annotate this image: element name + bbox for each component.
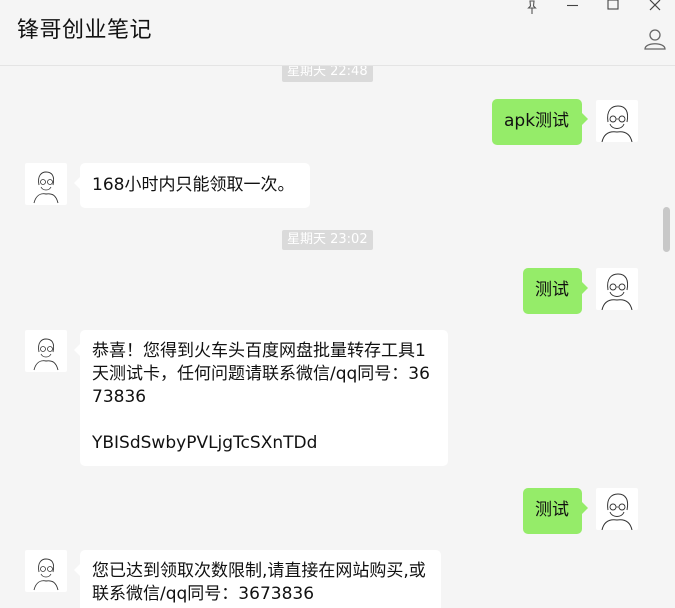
message-bubble-received[interactable]: 168小时内只能领取一次。 — [74, 163, 310, 208]
sketch-face-avatar — [601, 493, 633, 530]
contact-avatar[interactable] — [25, 550, 67, 592]
sketch-face-avatar — [601, 105, 633, 142]
chat-area[interactable]: 星期天 22:48 apk测试 168小时内只能领取一次。 星期天 23:02 … — [0, 66, 675, 608]
timestamp: 星期天 22:48 — [282, 66, 373, 82]
close-icon[interactable] — [645, 0, 665, 16]
title-bar: 锋哥创业笔记 — [0, 0, 675, 66]
chat-title: 锋哥创业笔记 — [17, 18, 153, 43]
pin-icon[interactable] — [522, 0, 542, 16]
minimize-icon[interactable] — [563, 0, 583, 16]
contact-avatar[interactable] — [25, 163, 67, 205]
message-bubble-received[interactable]: 您已达到领取次数限制,请直接在网站购买,或联系微信/qq同号：3673836 — [74, 550, 441, 608]
my-avatar[interactable] — [596, 488, 638, 530]
my-avatar[interactable] — [596, 100, 638, 142]
chat-scrollbar[interactable] — [663, 207, 670, 252]
contact-avatar[interactable] — [25, 330, 67, 372]
maximize-icon[interactable] — [603, 0, 623, 16]
sketch-face-avatar — [601, 273, 633, 310]
sketch-face-avatar — [33, 171, 59, 204]
message-bubble-sent[interactable]: 测试 — [523, 268, 588, 314]
sketch-face-avatar — [33, 338, 59, 371]
message-bubble-received[interactable]: 恭喜！您得到火车头百度网盘批量转存工具1天测试卡，任何问题请联系微信/qq同号：… — [74, 330, 448, 466]
profile-icon[interactable] — [643, 27, 667, 51]
sketch-face-avatar — [33, 558, 59, 591]
timestamp: 星期天 23:02 — [282, 230, 373, 250]
message-bubble-sent[interactable]: apk测试 — [492, 99, 588, 145]
my-avatar[interactable] — [596, 268, 638, 310]
message-bubble-sent[interactable]: 测试 — [523, 488, 588, 534]
